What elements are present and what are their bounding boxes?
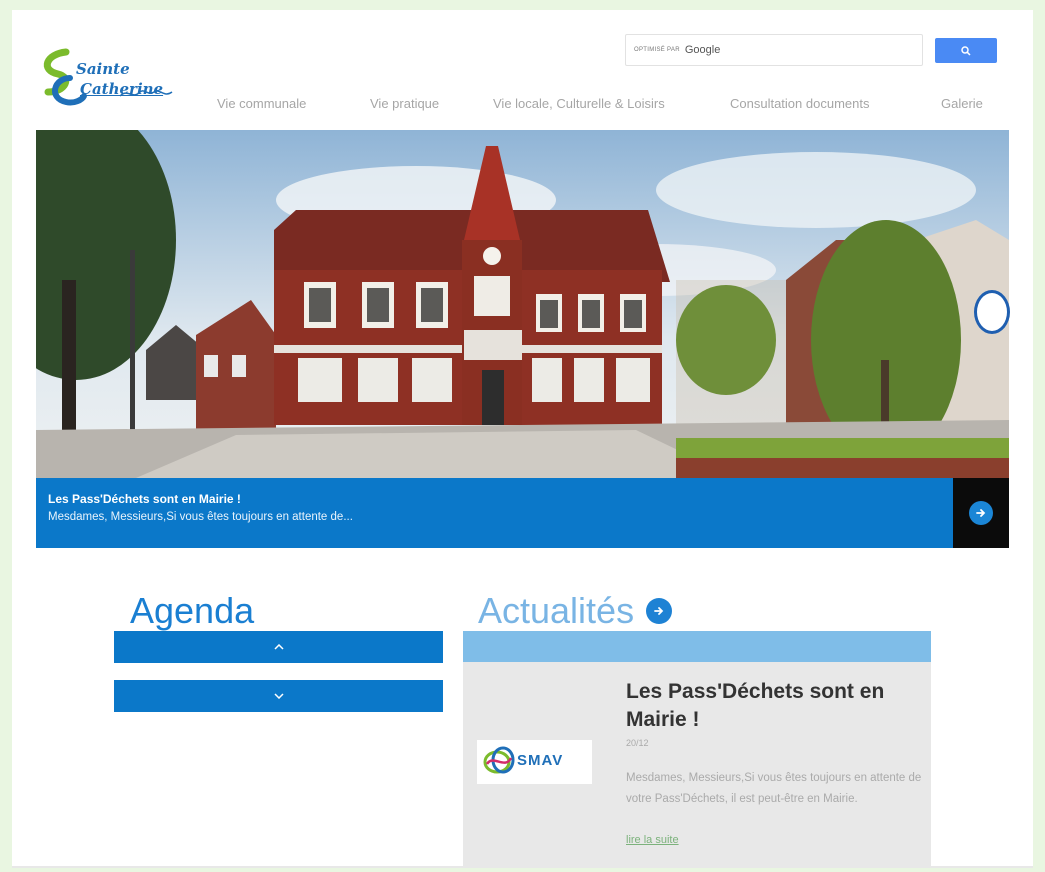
nav-item-vie-locale[interactable]: Vie locale, Culturelle & Loisirs [493, 96, 665, 111]
main-nav: Vie communale Vie pratique Vie locale, C… [12, 96, 1033, 116]
chevron-up-icon [273, 644, 284, 650]
arrow-right-icon[interactable] [646, 598, 673, 624]
read-more-link[interactable]: lire la suite [626, 834, 679, 846]
chevron-down-icon [273, 693, 284, 699]
smav-logo-text: SMAV [517, 752, 564, 769]
nav-item-galerie[interactable]: Galerie [941, 96, 983, 111]
logo-text-line1: Sainte [76, 60, 130, 78]
smav-logo: SMAV [477, 740, 592, 784]
agenda-heading: Agenda [130, 590, 255, 631]
nav-item-consultation-documents[interactable]: Consultation documents [730, 96, 869, 111]
news-item-date: 20/12 [626, 738, 649, 748]
hero-caption-title: Les Pass'Déchets sont en Mairie ! [48, 492, 241, 506]
search-icon [961, 45, 971, 56]
agenda-up-button[interactable] [114, 631, 443, 663]
hero-photo-town-hall [36, 130, 1009, 478]
search-powered-by: OPTIMISÉ PAR [634, 47, 680, 53]
slider-control-handle[interactable] [974, 290, 1010, 334]
search-button[interactable] [935, 38, 997, 63]
nav-item-vie-pratique[interactable]: Vie pratique [370, 96, 439, 111]
search-brand: Google [684, 44, 721, 56]
search-input[interactable]: OPTIMISÉ PAR Google [625, 34, 923, 66]
hero-caption-text: Mesdames, Messieurs,Si vous êtes toujour… [48, 511, 353, 523]
hero-next-button[interactable] [953, 478, 1009, 548]
hero-slider: Les Pass'Déchets sont en Mairie ! Mesdam… [36, 130, 1009, 548]
news-heading[interactable]: Actualités [478, 590, 673, 632]
news-item-title[interactable]: Les Pass'Déchets sont en Mairie ! [626, 678, 916, 734]
nav-item-vie-communale[interactable]: Vie communale [217, 96, 306, 111]
footer-divider [12, 866, 1033, 868]
arrow-right-icon [969, 501, 993, 525]
news-band [463, 631, 931, 662]
news-item-text: Mesdames, Messieurs,Si vous êtes toujour… [626, 772, 922, 805]
hero-caption[interactable]: Les Pass'Déchets sont en Mairie ! Mesdam… [36, 478, 953, 548]
page: Sainte Catherine OPTIMISÉ PAR Google Vie… [12, 10, 1033, 868]
news-card[interactable]: SMAV Les Pass'Déchets sont en Mairie ! 2… [463, 662, 931, 868]
agenda-down-button[interactable] [114, 680, 443, 712]
news-heading-text: Actualités [478, 590, 635, 631]
